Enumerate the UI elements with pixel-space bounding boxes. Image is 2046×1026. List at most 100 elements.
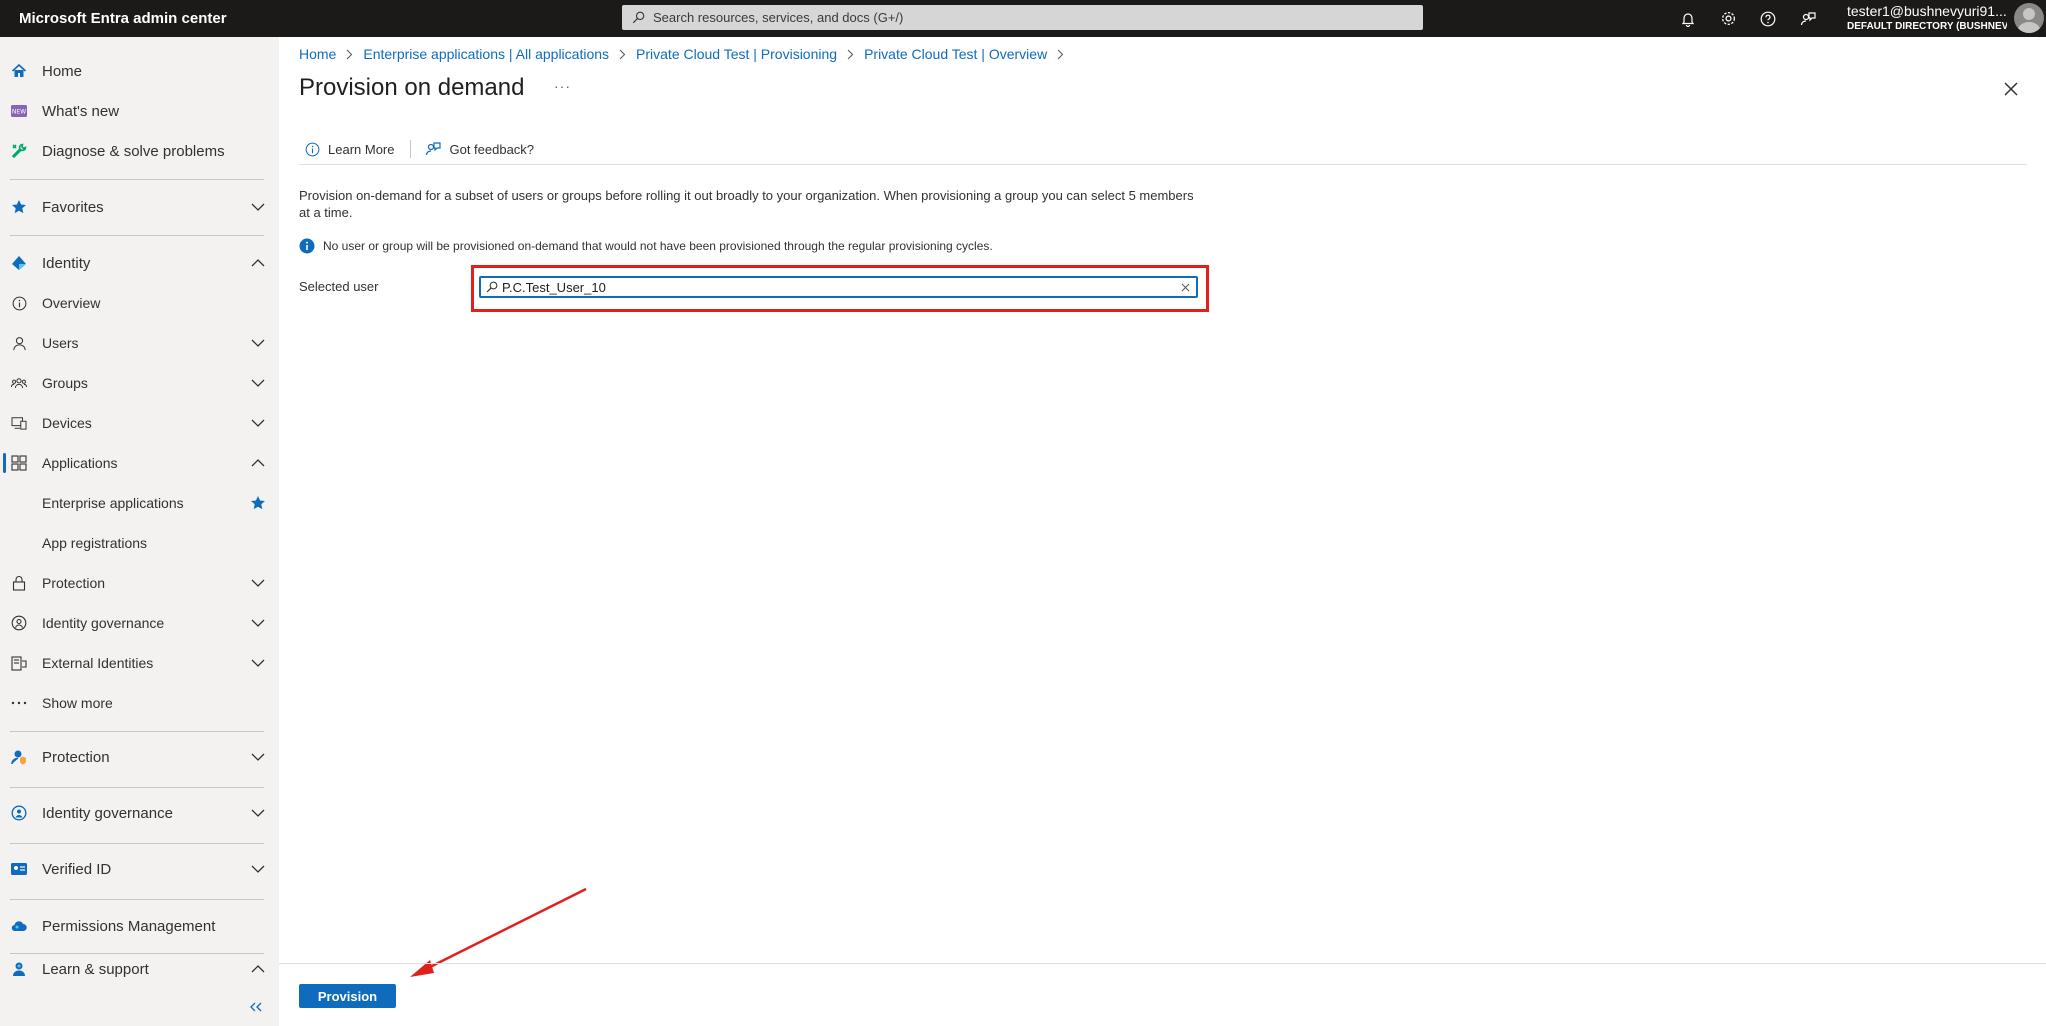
close-button[interactable] bbox=[2000, 78, 2022, 100]
sidebar-item-label: Identity governance bbox=[42, 615, 165, 631]
sidebar-item-identity[interactable]: Identity bbox=[0, 245, 279, 281]
lock-icon bbox=[10, 574, 28, 592]
learn-support-icon bbox=[10, 960, 28, 978]
more-options-button[interactable]: ··· bbox=[554, 78, 571, 94]
verified-id-icon bbox=[10, 860, 28, 878]
annotation-arrow bbox=[410, 887, 587, 977]
sidebar-item-label: Show more bbox=[42, 695, 113, 711]
chevron-up-icon bbox=[250, 961, 266, 977]
sidebar-item-enterprise-applications[interactable]: Enterprise applications bbox=[0, 485, 279, 521]
wrench-icon bbox=[10, 142, 28, 160]
breadcrumb-home[interactable]: Home bbox=[299, 46, 336, 62]
top-icon-group bbox=[1668, 0, 1828, 37]
chevron-down-icon bbox=[250, 749, 266, 765]
chevron-down-icon bbox=[250, 335, 266, 351]
info-filled-icon bbox=[299, 238, 315, 254]
sidebar-item-whats-new[interactable]: NEW What's new bbox=[0, 93, 279, 129]
sidebar-item-external-identities[interactable]: External Identities bbox=[0, 645, 279, 681]
external-identities-icon bbox=[10, 654, 28, 672]
description-text: Provision on-demand for a subset of user… bbox=[299, 188, 1194, 220]
protection-icon bbox=[10, 748, 28, 766]
sidebar-divider bbox=[10, 843, 264, 844]
sidebar-item-learn-support[interactable]: Learn & support bbox=[0, 951, 279, 987]
provision-button[interactable]: Provision bbox=[299, 984, 396, 1008]
chevron-down-icon bbox=[250, 861, 266, 877]
notifications-button[interactable] bbox=[1668, 0, 1708, 37]
search-icon bbox=[632, 11, 645, 24]
groups-icon bbox=[10, 374, 28, 392]
feedback-button[interactable]: Got feedback? bbox=[419, 135, 542, 163]
active-indicator bbox=[3, 453, 6, 473]
selected-user-input[interactable]: P.C.Test_User_10 bbox=[479, 276, 1198, 298]
selected-user-label: Selected user bbox=[299, 279, 379, 294]
sidebar-item-label: External Identities bbox=[42, 655, 154, 671]
sidebar-item-label: Devices bbox=[42, 415, 92, 431]
star-icon[interactable] bbox=[250, 495, 266, 511]
gear-icon bbox=[1721, 12, 1735, 25]
sidebar-item-app-registrations[interactable]: App registrations bbox=[0, 525, 279, 561]
chevron-down-icon bbox=[250, 375, 266, 391]
sidebar-item-label: Verified ID bbox=[42, 860, 112, 878]
governance-icon bbox=[10, 804, 28, 822]
account-menu[interactable]: tester1@bushnevyuri91... DEFAULT DIRECTO… bbox=[1847, 3, 2007, 32]
avatar[interactable] bbox=[2014, 3, 2044, 33]
breadcrumb-provisioning[interactable]: Private Cloud Test | Provisioning bbox=[636, 46, 837, 62]
info-message: No user or group will be provisioned on-… bbox=[299, 238, 993, 254]
applications-icon bbox=[10, 454, 28, 472]
sidebar-item-users[interactable]: Users bbox=[0, 325, 279, 361]
sidebar-divider bbox=[10, 731, 264, 732]
sidebar-item-label: Protection bbox=[42, 575, 106, 591]
sidebar-item-label: Diagnose & solve problems bbox=[42, 142, 225, 160]
selected-user-value: P.C.Test_User_10 bbox=[502, 279, 606, 295]
info-icon bbox=[305, 142, 320, 156]
breadcrumb-enterprise-applications[interactable]: Enterprise applications | All applicatio… bbox=[363, 46, 609, 62]
info-icon bbox=[10, 294, 28, 312]
sidebar-item-favorites[interactable]: Favorites bbox=[0, 189, 279, 225]
sidebar-item-groups[interactable]: Groups bbox=[0, 365, 279, 401]
collapse-sidebar-button[interactable] bbox=[246, 997, 266, 1017]
page-title: Provision on demand bbox=[299, 74, 525, 101]
sidebar-item-protection[interactable]: Protection bbox=[0, 739, 279, 775]
devices-icon bbox=[10, 414, 28, 432]
learn-more-label: Learn More bbox=[328, 141, 395, 157]
chevron-up-icon bbox=[250, 255, 266, 271]
sidebar-item-identity-governance[interactable]: Identity governance bbox=[0, 795, 279, 831]
sidebar-item-identity-governance-sub[interactable]: Identity governance bbox=[0, 605, 279, 641]
sidebar-item-applications[interactable]: Applications bbox=[0, 445, 279, 481]
sidebar-item-permissions-management[interactable]: Permissions Management bbox=[0, 908, 279, 944]
sidebar-item-diagnose[interactable]: Diagnose & solve problems bbox=[0, 133, 279, 169]
sidebar: Home NEW What's new Diagnose & solve pro… bbox=[0, 37, 279, 1026]
chevron-right-icon bbox=[1057, 49, 1064, 60]
settings-button[interactable] bbox=[1708, 0, 1748, 37]
sidebar-item-protection-sub[interactable]: Protection bbox=[0, 565, 279, 601]
sidebar-item-label: Home bbox=[42, 62, 83, 80]
sidebar-item-label: Overview bbox=[42, 295, 101, 311]
sidebar-item-label: Identity governance bbox=[42, 804, 173, 822]
sidebar-item-devices[interactable]: Devices bbox=[0, 405, 279, 441]
sidebar-item-verified-id[interactable]: Verified ID bbox=[0, 851, 279, 887]
sidebar-item-home[interactable]: Home bbox=[0, 53, 279, 89]
chevron-down-icon bbox=[250, 805, 266, 821]
chevron-down-icon bbox=[250, 415, 266, 431]
feedback-icon bbox=[426, 142, 442, 156]
chevron-up-icon bbox=[250, 455, 266, 471]
chevron-right-icon bbox=[346, 49, 353, 60]
global-search-box[interactable]: Search resources, services, and docs (G+… bbox=[622, 5, 1423, 30]
sidebar-item-show-more[interactable]: Show more bbox=[0, 685, 279, 721]
help-button[interactable] bbox=[1748, 0, 1788, 37]
clear-icon[interactable] bbox=[1181, 283, 1190, 292]
feedback-button[interactable] bbox=[1788, 0, 1828, 37]
sidebar-item-label: Applications bbox=[42, 455, 118, 471]
sidebar-item-overview[interactable]: Overview bbox=[0, 285, 279, 321]
top-bar: Microsoft Entra admin center Search reso… bbox=[0, 0, 2046, 37]
learn-more-button[interactable]: Learn More bbox=[299, 135, 402, 163]
brand-title[interactable]: Microsoft Entra admin center bbox=[0, 10, 622, 27]
chevron-down-icon bbox=[250, 615, 266, 631]
sidebar-item-label: What's new bbox=[42, 102, 120, 120]
breadcrumb-overview[interactable]: Private Cloud Test | Overview bbox=[864, 46, 1047, 62]
chevron-right-icon bbox=[619, 49, 626, 60]
chevron-right-icon bbox=[847, 49, 854, 60]
command-bar: Learn More Got feedback? bbox=[299, 134, 2027, 165]
feedback-icon bbox=[1800, 11, 1816, 25]
sidebar-item-label: App registrations bbox=[42, 535, 148, 551]
